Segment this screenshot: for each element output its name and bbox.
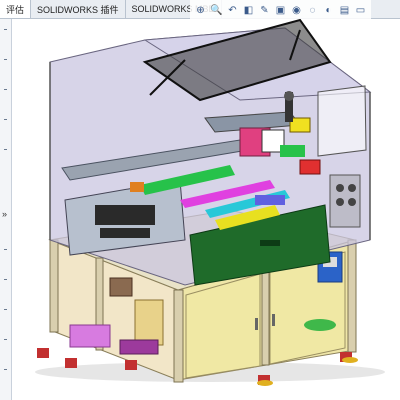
pane-marker [4, 249, 7, 250]
indicator-light [348, 198, 356, 206]
pane-marker [4, 59, 7, 60]
dynamic-annotation-icon[interactable]: ✎ [258, 4, 271, 17]
indicator-light [336, 184, 344, 192]
leveling-foot [125, 360, 137, 370]
pane-marker [4, 339, 7, 340]
tab-solidworks-addins[interactable]: SOLIDWORKS 插件 [31, 0, 126, 18]
view-settings-icon[interactable]: ▭ [354, 4, 367, 17]
zoom-area-icon[interactable]: 🔍 [210, 4, 223, 17]
pane-marker [4, 119, 7, 120]
expand-pane-button[interactable]: » [2, 209, 7, 219]
base-handle [260, 240, 280, 246]
previous-view-icon[interactable]: ↶ [226, 4, 239, 17]
indicator-light [336, 198, 344, 206]
frame-post [261, 264, 270, 366]
heads-up-view-toolbar: ⊕ 🔍 ↶ ◧ ✎ ▣ ◉ ◌ ◐ ▤ ▭ [190, 0, 371, 20]
pane-marker [4, 149, 7, 150]
pane-marker [4, 279, 7, 280]
feature-manager-pane[interactable]: » [0, 19, 12, 400]
internal-component [119, 339, 159, 355]
conveyor-belt [100, 228, 150, 238]
caster-wheel [257, 380, 273, 386]
side-window [317, 85, 367, 157]
display-style-icon[interactable]: ◉ [290, 4, 303, 17]
internal-component [69, 324, 111, 348]
pane-marker [4, 309, 7, 310]
component-blue [255, 195, 285, 205]
graphics-area[interactable] [12, 19, 400, 400]
caster-wheel [342, 357, 358, 363]
leveling-foot [37, 348, 49, 358]
tab-evaluate[interactable]: 评估 [0, 0, 32, 18]
edit-appearance-icon[interactable]: ◐ [322, 4, 335, 17]
zoom-to-fit-icon[interactable]: ⊕ [194, 4, 207, 17]
door-handle [272, 314, 275, 326]
sensor-block [299, 159, 321, 175]
hide-show-icon[interactable]: ◌ [306, 4, 319, 17]
internal-component [109, 277, 133, 297]
internal-component [304, 319, 336, 331]
indicator-light [348, 184, 356, 192]
view-orientation-icon[interactable]: ▣ [274, 4, 287, 17]
actuator-cap [284, 91, 294, 101]
pane-marker [4, 89, 7, 90]
frame-post [173, 289, 184, 383]
component-orange [130, 182, 144, 192]
apply-scene-icon[interactable]: ▤ [338, 4, 351, 17]
frame-post [49, 239, 59, 333]
conveyor-belt [95, 205, 155, 225]
section-view-icon[interactable]: ◧ [242, 4, 255, 17]
pane-marker [4, 369, 7, 370]
door-handle [255, 318, 258, 330]
component-green [280, 145, 305, 157]
frame-post [347, 239, 357, 353]
pane-marker [4, 29, 7, 30]
leveling-foot [65, 358, 77, 368]
internal-component [134, 299, 164, 346]
